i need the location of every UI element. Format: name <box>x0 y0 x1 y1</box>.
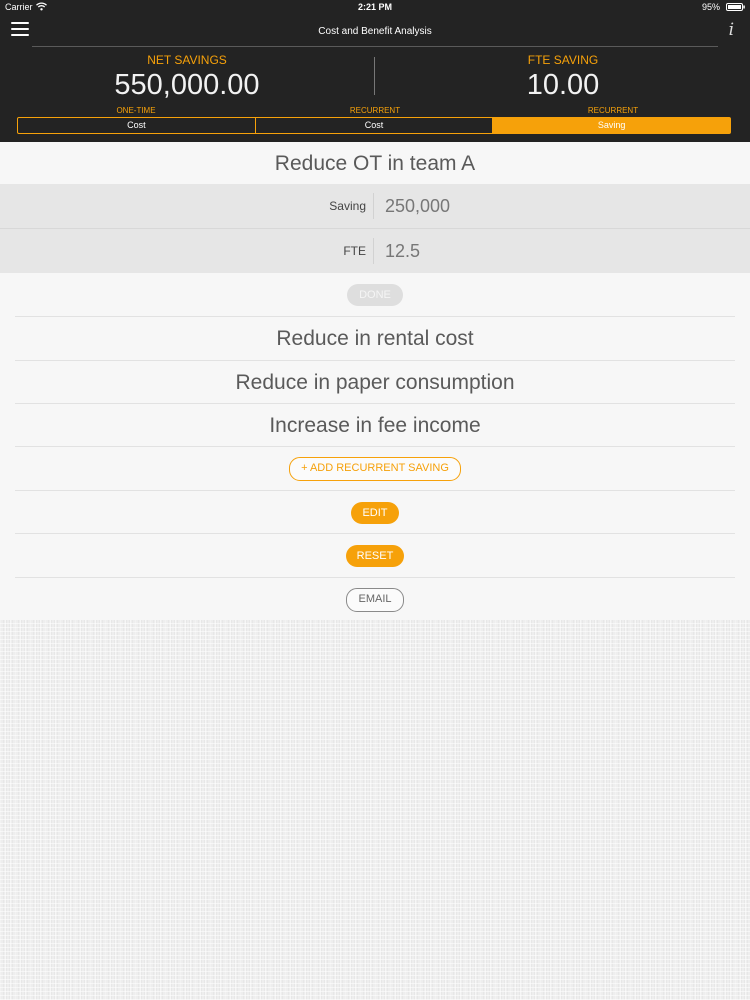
reset-row: RESET <box>0 534 750 577</box>
done-button[interactable]: DONE <box>347 283 403 306</box>
metric-divider <box>374 57 375 95</box>
list-item-title[interactable]: Reduce OT in team A <box>275 152 475 176</box>
saving-label: Saving <box>329 199 366 213</box>
email-row: EMAIL <box>0 578 750 621</box>
net-savings-value: 550,000.00 <box>114 69 260 101</box>
edit-row: EDIT <box>0 491 750 534</box>
segment-caption-one-time: ONE-TIME <box>116 106 156 115</box>
header-divider <box>32 46 718 47</box>
net-savings-label: NET SAVINGS <box>147 53 227 67</box>
list-item-title[interactable]: Reduce in paper consumption <box>235 371 514 395</box>
status-bar: Carrier 2:21 PM 95% <box>0 0 750 16</box>
fte-input[interactable]: 12.5 <box>385 229 420 273</box>
saving-input[interactable]: 250,000 <box>385 184 450 228</box>
list-item-title[interactable]: Increase in fee income <box>269 414 480 438</box>
savings-list: Reduce OT in team A Saving 250,000 FTE 1… <box>0 142 750 620</box>
list-item[interactable]: Increase in fee income <box>0 404 750 447</box>
fte-label: FTE <box>343 244 366 258</box>
segment-one-time-cost[interactable]: Cost <box>18 118 256 133</box>
add-row: + ADD RECURRENT SAVING <box>0 447 750 490</box>
fte-field-row: FTE 12.5 <box>0 229 750 273</box>
fte-saving-label: FTE SAVING <box>527 53 599 67</box>
category-segmented-control: Cost Cost Saving <box>17 117 731 134</box>
segment-caption-recurrent-saving: RECURRENT <box>587 106 639 115</box>
email-button[interactable]: EMAIL <box>346 587 404 612</box>
saving-field-row: Saving 250,000 <box>0 184 750 228</box>
app-title: Cost and Benefit Analysis <box>318 26 432 37</box>
segment-caption-recurrent-cost: RECURRENT <box>349 106 401 115</box>
info-icon[interactable]: i <box>729 20 734 40</box>
segment-recurrent-cost[interactable]: Cost <box>256 118 494 133</box>
clock: 2:21 PM <box>357 2 392 12</box>
list-item[interactable]: Reduce in rental cost <box>0 317 750 360</box>
add-recurrent-saving-button[interactable]: + ADD RECURRENT SAVING <box>289 456 461 481</box>
battery-percent: 95% <box>701 2 720 12</box>
battery-icon <box>726 3 745 11</box>
item-editor: Saving 250,000 FTE 12.5 <box>0 184 750 273</box>
segment-recurrent-saving[interactable]: Saving <box>493 118 731 133</box>
list-item[interactable]: Reduce OT in team A <box>0 142 750 185</box>
edit-button[interactable]: EDIT <box>351 501 399 524</box>
list-item-title[interactable]: Reduce in rental cost <box>276 327 473 351</box>
header-bar: Carrier 2:21 PM 95% Cost and Benefit Ana… <box>0 0 750 142</box>
fte-saving-value: 10.00 <box>526 69 600 101</box>
done-row: DONE <box>0 273 750 316</box>
list-item[interactable]: Reduce in paper consumption <box>0 361 750 404</box>
field-divider <box>373 238 374 264</box>
field-divider <box>373 193 374 219</box>
reset-button[interactable]: RESET <box>345 544 405 567</box>
